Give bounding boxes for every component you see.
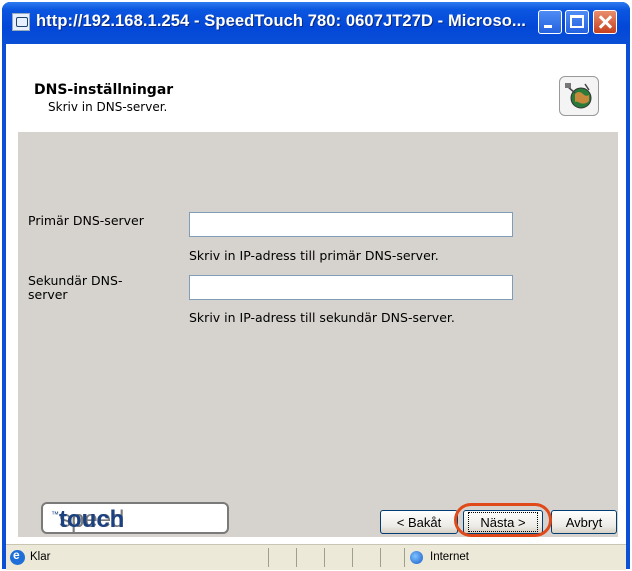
logo-trademark: ™	[51, 510, 59, 519]
browser-window: http://192.168.1.254 - SpeedTouch 780: 0…	[2, 2, 630, 570]
page-subtitle: Skriv in DNS-server.	[48, 100, 168, 114]
status-text: Klar	[30, 551, 51, 563]
status-separator	[268, 548, 269, 567]
cancel-button[interactable]: Avbryt	[551, 510, 617, 534]
secondary-dns-hint: Skriv in IP-adress till sekundär DNS-ser…	[189, 310, 455, 325]
primary-dns-input[interactable]	[189, 212, 513, 237]
primary-dns-hint: Skriv in IP-adress till primär DNS-serve…	[189, 248, 439, 263]
ie-page-icon	[12, 13, 30, 31]
back-button[interactable]: < Bakåt	[380, 510, 458, 534]
speedtouch-logo: speed touch ™	[41, 502, 229, 534]
minimize-button[interactable]	[538, 10, 562, 34]
secondary-dns-input[interactable]	[189, 275, 513, 300]
status-bar: Klar Internet	[6, 544, 626, 570]
status-separator	[404, 548, 405, 567]
title-bar[interactable]: http://192.168.1.254 - SpeedTouch 780: 0…	[2, 2, 630, 44]
secondary-dns-label: Sekundär DNS- server	[28, 274, 122, 302]
security-zone-text: Internet	[430, 551, 469, 563]
status-separator	[324, 548, 325, 567]
close-button[interactable]	[593, 10, 617, 34]
ie-status-icon	[10, 548, 25, 565]
status-separator	[296, 548, 297, 567]
window-title: http://192.168.1.254 - SpeedTouch 780: 0…	[36, 12, 526, 30]
globe-network-icon	[559, 76, 599, 116]
status-separator	[380, 548, 381, 567]
secondary-dns-label-line2: server	[28, 287, 68, 302]
primary-dns-label: Primär DNS-server	[28, 213, 144, 228]
wizard-header: DNS-inställningar Skriv in DNS-server.	[6, 44, 626, 132]
logo-text-bold: touch	[59, 506, 125, 533]
next-button[interactable]: Nästa >	[463, 510, 543, 534]
secondary-dns-label-line1: Sekundär DNS-	[28, 273, 123, 288]
page-title: DNS-inställningar	[34, 82, 174, 98]
page-content: DNS-inställningar Skriv in DNS-server. P…	[6, 44, 626, 570]
status-separator	[352, 548, 353, 567]
maximize-button[interactable]	[565, 10, 589, 34]
form-panel: Primär DNS-server Skriv in IP-adress til…	[18, 132, 618, 500]
wizard-footer: speed touch ™ < Bakåt Nästa > Avbryt	[18, 500, 618, 537]
internet-zone-icon	[410, 551, 423, 564]
